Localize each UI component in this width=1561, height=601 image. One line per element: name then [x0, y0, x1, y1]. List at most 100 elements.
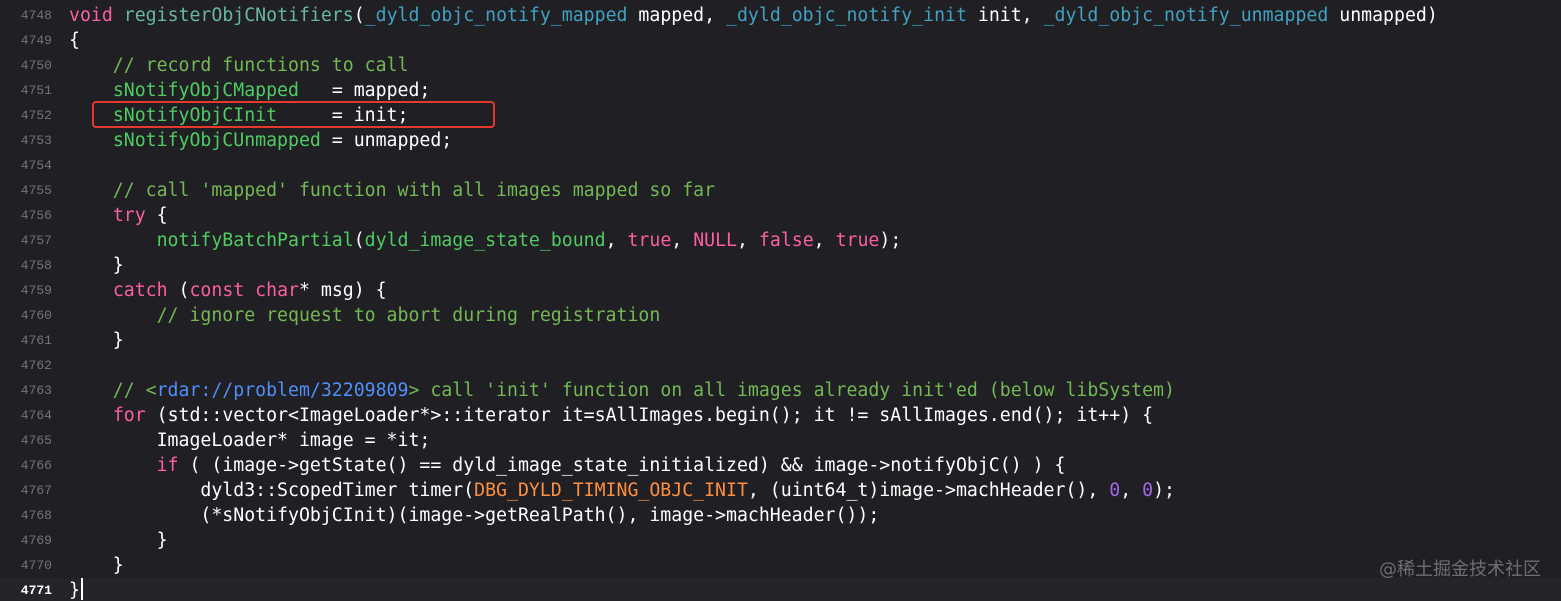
code-line[interactable]: 4755 // call 'mapped' function with all … [0, 178, 1561, 203]
code-token: * msg) { [298, 280, 387, 301]
code-token: notifyBatchPartial [156, 230, 354, 251]
code-text: notifyBatchPartial(dyld_image_state_boun… [69, 228, 902, 253]
code-token: dyld3::ScopedTimer timer( [69, 480, 475, 501]
line-number: 4757 [20, 233, 52, 248]
code-line[interactable]: 4767 dyld3::ScopedTimer timer(DBG_DYLD_T… [0, 478, 1561, 503]
code-line[interactable]: 4765 ImageLoader* image = *it; [0, 428, 1561, 453]
code-text: { [69, 28, 80, 53]
code-line[interactable]: 4771} [0, 578, 1561, 601]
line-number: 4759 [20, 283, 52, 298]
code-text: if ( (image->getState() == dyld_image_st… [69, 453, 1066, 478]
code-token: NULL [693, 230, 738, 251]
code-line[interactable]: 4761 } [0, 328, 1561, 353]
code-line[interactable]: 4750 // record functions to call [0, 53, 1561, 78]
code-line[interactable]: 4770 } [0, 553, 1561, 578]
code-token: _dyld_objc_notify_unmapped [1043, 5, 1329, 26]
code-text: // record functions to call [69, 53, 409, 78]
code-text: sNotifyObjCMapped = mapped; [69, 78, 431, 103]
code-line[interactable]: 4769 } [0, 528, 1561, 553]
line-number: 4754 [20, 158, 52, 173]
code-token: ( [353, 230, 365, 251]
code-token: } [69, 530, 168, 551]
code-text: (*sNotifyObjCInit)(image->getRealPath(),… [69, 503, 879, 528]
line-number: 4752 [20, 108, 52, 123]
code-line[interactable]: 4763 // <rdar://problem/32209809> call '… [0, 378, 1561, 403]
code-token: if [156, 455, 179, 476]
highlight-annotation-box [92, 101, 495, 128]
code-token: rdar://problem/32209809 [156, 380, 409, 401]
code-text: void registerObjCNotifiers(_dyld_objc_no… [69, 3, 1438, 28]
code-token: true [627, 230, 672, 251]
code-text: // call 'mapped' function with all image… [69, 178, 715, 203]
code-line[interactable]: 4748 void registerObjCNotifiers(_dyld_obj… [0, 3, 1561, 28]
line-number: 4751 [20, 83, 52, 98]
code-token: // < [69, 380, 157, 401]
code-line[interactable]: 4764 for (std::vector<ImageLoader*>::ite… [0, 403, 1561, 428]
code-token: mapped, [627, 5, 727, 26]
line-number: 4771 [20, 583, 52, 598]
code-line[interactable]: 4758 } [0, 253, 1561, 278]
code-token: ); [879, 230, 902, 251]
line-number: 4766 [20, 458, 52, 473]
code-text: // <rdar://problem/32209809> call 'init'… [69, 378, 1175, 403]
code-token: , [605, 230, 628, 251]
line-number: 4749 [20, 33, 52, 48]
code-text: } [69, 328, 124, 353]
code-text: dyld3::ScopedTimer timer(DBG_DYLD_TIMING… [69, 478, 1175, 503]
code-token: _dyld_objc_notify_mapped [364, 5, 628, 26]
code-token: sNotifyObjCMapped [112, 80, 299, 101]
code-token: char [255, 280, 299, 301]
code-line[interactable]: 4768 (*sNotifyObjCInit)(image->getRealPa… [0, 503, 1561, 528]
code-token: false [758, 230, 814, 251]
line-number: 4761 [20, 333, 52, 348]
code-text: } [69, 553, 124, 578]
code-token: (std::vector<ImageLoader*>::iterator it=… [145, 405, 1154, 426]
line-number: 4768 [20, 508, 52, 523]
code-line[interactable]: 4759 catch (const char* msg) { [0, 278, 1561, 303]
line-number: 4769 [20, 533, 52, 548]
code-token: = unmapped; [320, 130, 453, 151]
code-line[interactable]: 4754 [0, 153, 1561, 178]
line-number: 4760 [20, 308, 52, 323]
code-line[interactable]: 4760 // ignore request to abort during r… [0, 303, 1561, 328]
line-number: 4755 [20, 183, 52, 198]
code-text: // ignore request to abort during regist… [69, 303, 661, 328]
code-text: catch (const char* msg) { [69, 278, 387, 303]
code-token: dyld_image_state_bound [364, 230, 606, 251]
code-token: const [189, 280, 245, 301]
code-token: , [737, 230, 759, 251]
code-line[interactable]: 4762 [0, 353, 1561, 378]
code-token: try [112, 205, 146, 226]
code-token: 0 [1142, 480, 1154, 501]
code-text: sNotifyObjCUnmapped = unmapped; [69, 128, 452, 153]
line-number: 4765 [20, 433, 52, 448]
code-line[interactable]: 4766 if ( (image->getState() == dyld_ima… [0, 453, 1561, 478]
line-number: 4753 [20, 133, 52, 148]
code-token: } [69, 580, 80, 601]
line-number: 4758 [20, 258, 52, 273]
code-token: ( [353, 5, 365, 26]
code-text: try { [69, 203, 168, 228]
line-number: 4764 [20, 408, 52, 423]
code-token: // record functions to call [69, 55, 409, 76]
code-text: for (std::vector<ImageLoader*>::iterator… [69, 403, 1153, 428]
code-line[interactable]: 4751 sNotifyObjCMapped = mapped; [0, 78, 1561, 103]
code-line[interactable]: 4749 { [0, 28, 1561, 53]
code-token: registerObjCNotifiers [123, 5, 354, 26]
code-token: > call 'init' function on all images alr… [408, 380, 1175, 401]
code-line[interactable]: 4757 notifyBatchPartial(dyld_image_state… [0, 228, 1561, 253]
code-editor[interactable]: 4748 void registerObjCNotifiers(_dyld_obj… [0, 0, 1561, 601]
code-line[interactable]: 4753 sNotifyObjCUnmapped = unmapped; [0, 128, 1561, 153]
line-number: 4767 [20, 483, 52, 498]
line-number: 4762 [20, 358, 52, 373]
code-line[interactable]: 4756 try { [0, 203, 1561, 228]
line-number: 4750 [20, 58, 52, 73]
code-token: ); [1153, 480, 1175, 501]
